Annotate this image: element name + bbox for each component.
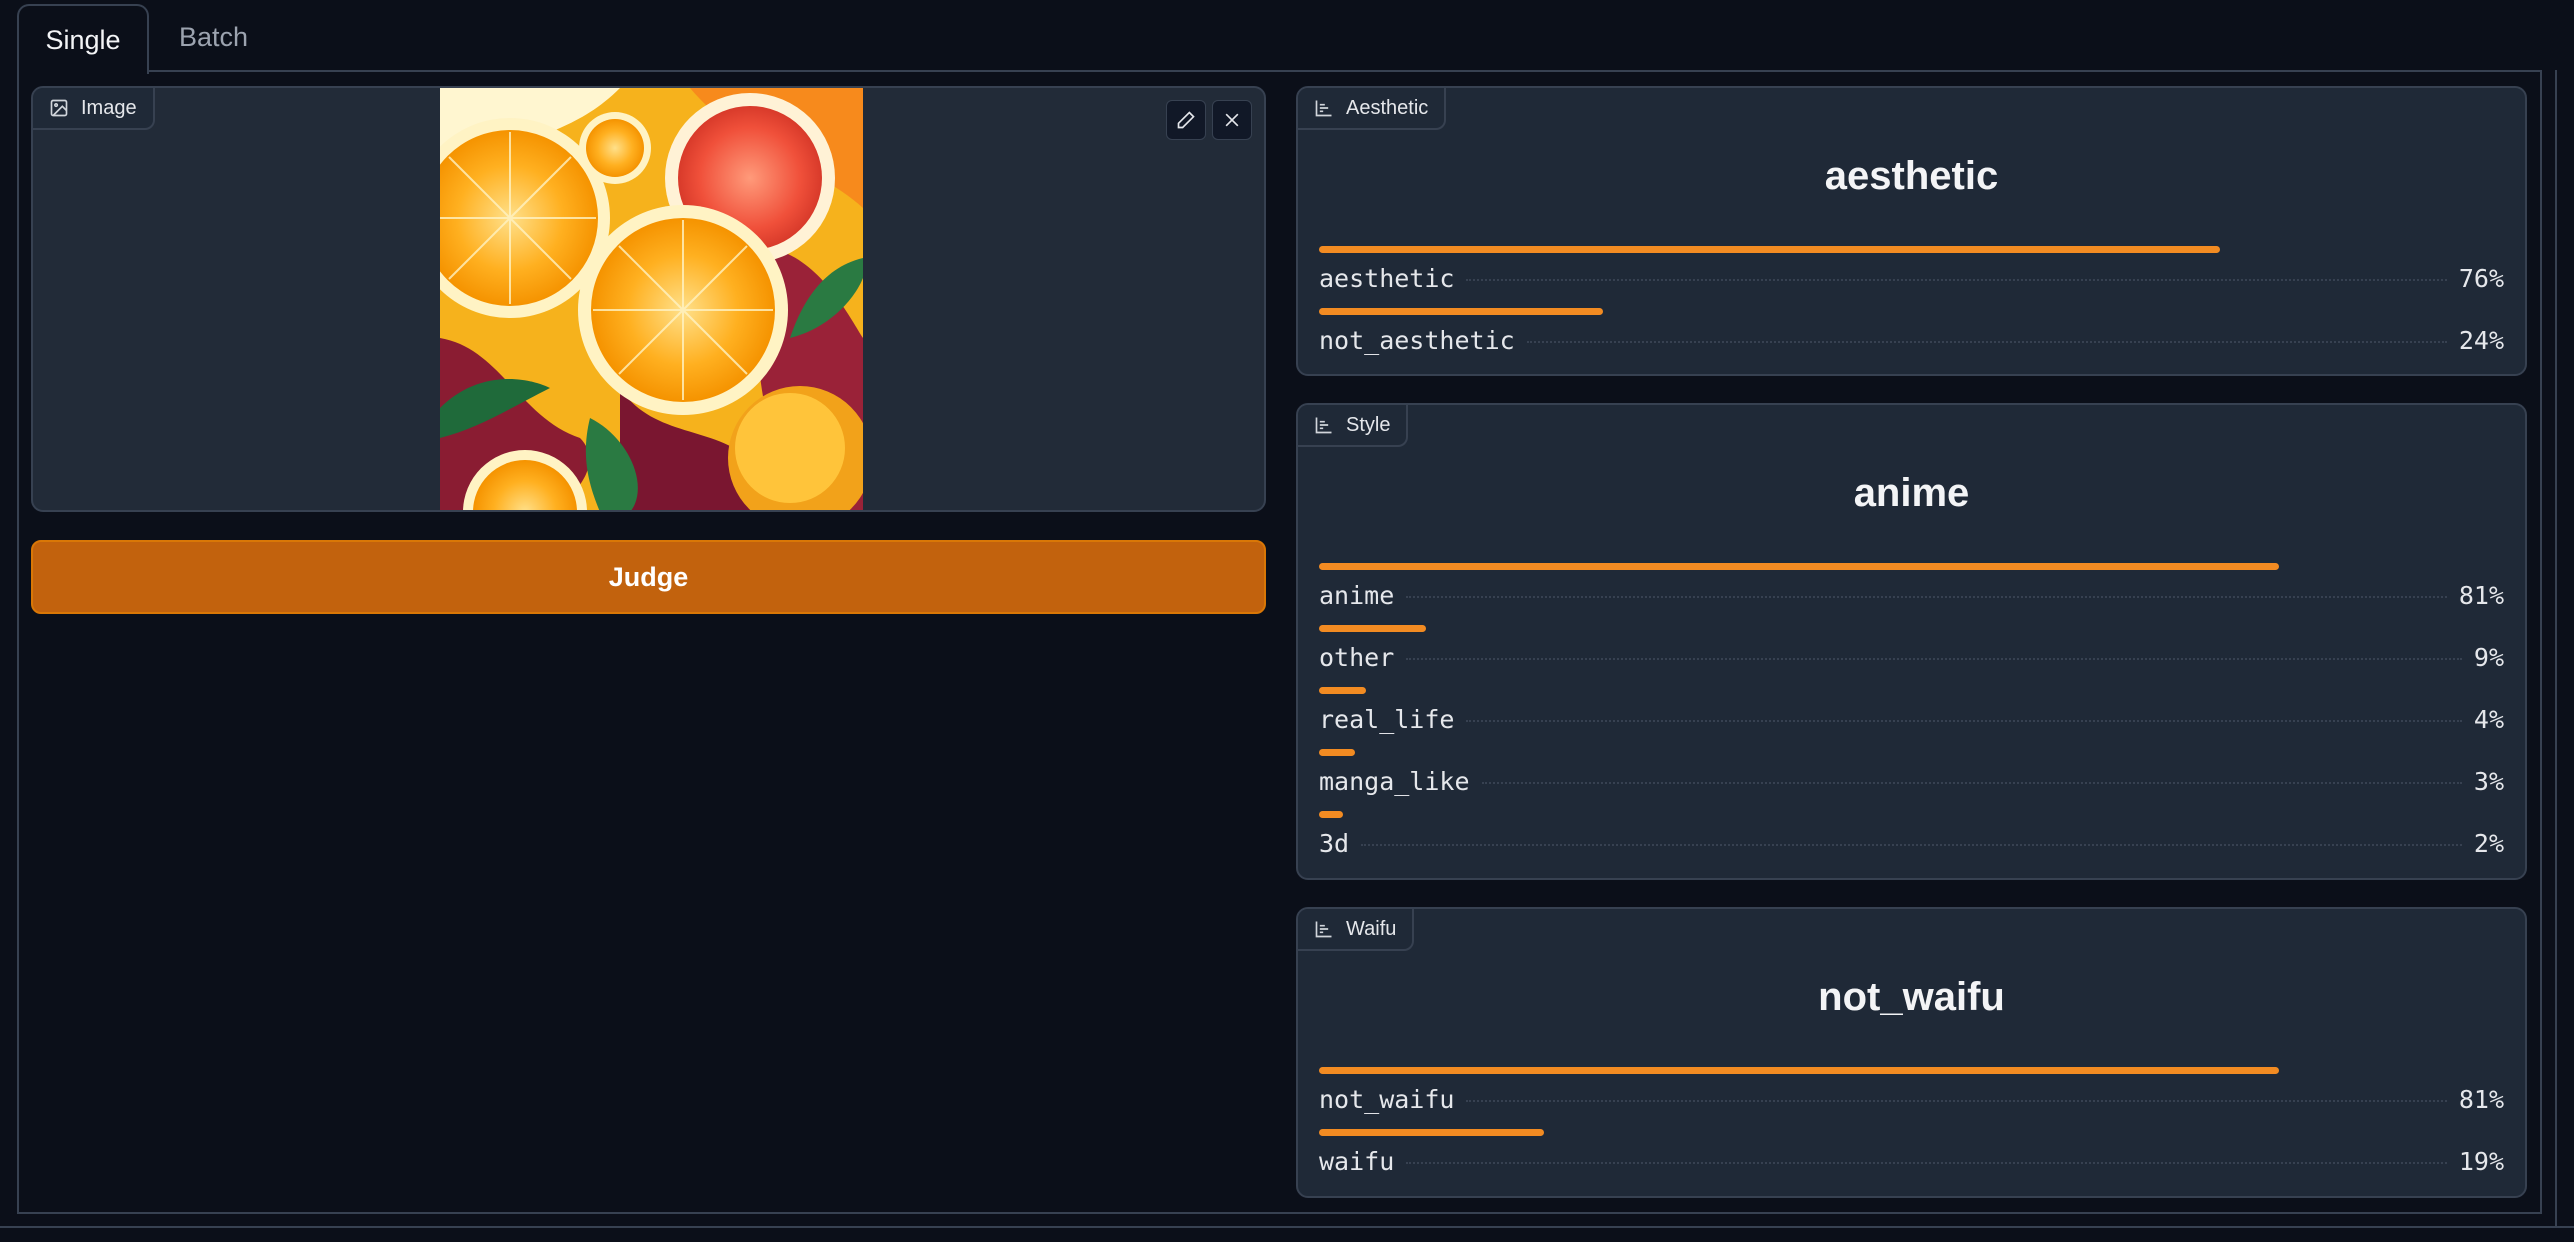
confidence-percent: 19% — [2458, 1147, 2504, 1176]
style-confidences: anime 81% other 9% real_life 4% manga_like 3% 3d… — [1319, 563, 2504, 873]
close-icon — [1225, 113, 1239, 127]
dotted-leader — [1406, 596, 2447, 598]
aesthetic-confidences: aesthetic 76% not_aesthetic 24% — [1319, 246, 2504, 370]
confidence-label: real_life — [1319, 705, 1455, 734]
confidence-label: anime — [1319, 581, 1395, 610]
confidence-label: 3d — [1319, 829, 1350, 858]
confidence-row: other 9% — [1319, 625, 2504, 687]
confidence-bar — [1319, 563, 2279, 570]
confidence-row: anime 81% — [1319, 563, 2504, 625]
confidence-bar — [1319, 687, 1367, 694]
confidence-row: real_life 4% — [1319, 687, 2504, 749]
confidence-bar — [1319, 246, 2220, 253]
dotted-leader — [1466, 279, 2447, 281]
tab-batch[interactable]: Batch — [149, 4, 278, 70]
confidence-label: manga_like — [1319, 767, 1470, 796]
confidence-row: not_waifu 81% — [1319, 1067, 2504, 1129]
confidence-label: waifu — [1319, 1147, 1395, 1176]
confidence-bar — [1319, 1129, 1545, 1136]
aesthetic-label-text: Aesthetic — [1346, 96, 1429, 119]
dotted-leader — [1466, 720, 2462, 722]
confidence-percent: 3% — [2473, 767, 2504, 796]
image-icon — [50, 99, 68, 117]
dotted-leader — [1526, 341, 2447, 343]
dotted-leader — [1406, 1162, 2447, 1164]
style-top-label: anime — [1853, 471, 1970, 515]
confidence-bar — [1319, 308, 1604, 315]
frame-divider — [2555, 70, 2557, 1228]
edit-icon — [1177, 111, 1195, 129]
confidence-label: other — [1319, 643, 1395, 672]
frame-divider — [0, 1226, 2574, 1228]
confidence-bar — [1319, 811, 1343, 818]
waifu-top-label: not_waifu — [1818, 975, 2005, 1019]
style-label: Style — [1298, 405, 1409, 447]
style-panel: Style anime anime 81% other 9% real_life 4% ma… — [1296, 403, 2527, 880]
dotted-leader — [1466, 1100, 2447, 1102]
confidence-bar — [1319, 749, 1355, 756]
confidence-label: not_waifu — [1319, 1085, 1455, 1114]
bar-chart-icon — [1315, 417, 1332, 434]
edit-button[interactable] — [1166, 100, 1206, 140]
judge-button[interactable]: Judge — [31, 540, 1266, 614]
confidence-row: 3d 2% — [1319, 811, 2504, 873]
confidence-row: waifu 19% — [1319, 1129, 2504, 1191]
confidence-percent: 2% — [2473, 829, 2504, 858]
dotted-leader — [1481, 782, 2462, 784]
bar-chart-icon — [1315, 921, 1332, 938]
style-label-text: Style — [1346, 413, 1391, 436]
confidence-row: manga_like 3% — [1319, 749, 2504, 811]
tab-single[interactable]: Single — [17, 4, 149, 74]
aesthetic-top-label: aesthetic — [1824, 154, 1999, 198]
confidence-percent: 81% — [2458, 1085, 2504, 1114]
confidence-row: not_aesthetic 24% — [1319, 308, 2504, 370]
confidence-row: aesthetic 76% — [1319, 246, 2504, 308]
confidence-bar — [1319, 1067, 2279, 1074]
image-label: Image — [33, 88, 155, 130]
waifu-label: Waifu — [1298, 909, 1415, 951]
aesthetic-panel: Aesthetic aesthetic aesthetic 76% not_aest… — [1296, 86, 2527, 376]
dotted-leader — [1406, 658, 2462, 660]
dotted-leader — [1361, 844, 2462, 846]
uploaded-image — [440, 88, 863, 510]
image-label-text: Image — [81, 96, 137, 119]
bar-chart-icon — [1315, 100, 1332, 117]
confidence-bar — [1319, 625, 1426, 632]
waifu-confidences: not_waifu 81% waifu 19% — [1319, 1067, 2504, 1191]
confidence-percent: 76% — [2458, 264, 2504, 293]
confidence-percent: 4% — [2473, 705, 2504, 734]
waifu-label-text: Waifu — [1346, 917, 1397, 940]
aesthetic-label: Aesthetic — [1298, 88, 1447, 130]
confidence-label: not_aesthetic — [1319, 326, 1515, 355]
tab-bar: Single Batch — [17, 4, 278, 74]
confidence-label: aesthetic — [1319, 264, 1455, 293]
confidence-percent: 24% — [2458, 326, 2504, 355]
confidence-percent: 81% — [2458, 581, 2504, 610]
confidence-percent: 9% — [2473, 643, 2504, 672]
image-input[interactable]: Image — [31, 86, 1266, 512]
clear-button[interactable] — [1212, 100, 1252, 140]
waifu-panel: Waifu not_waifu not_waifu 81% waifu 19% — [1296, 907, 2527, 1198]
